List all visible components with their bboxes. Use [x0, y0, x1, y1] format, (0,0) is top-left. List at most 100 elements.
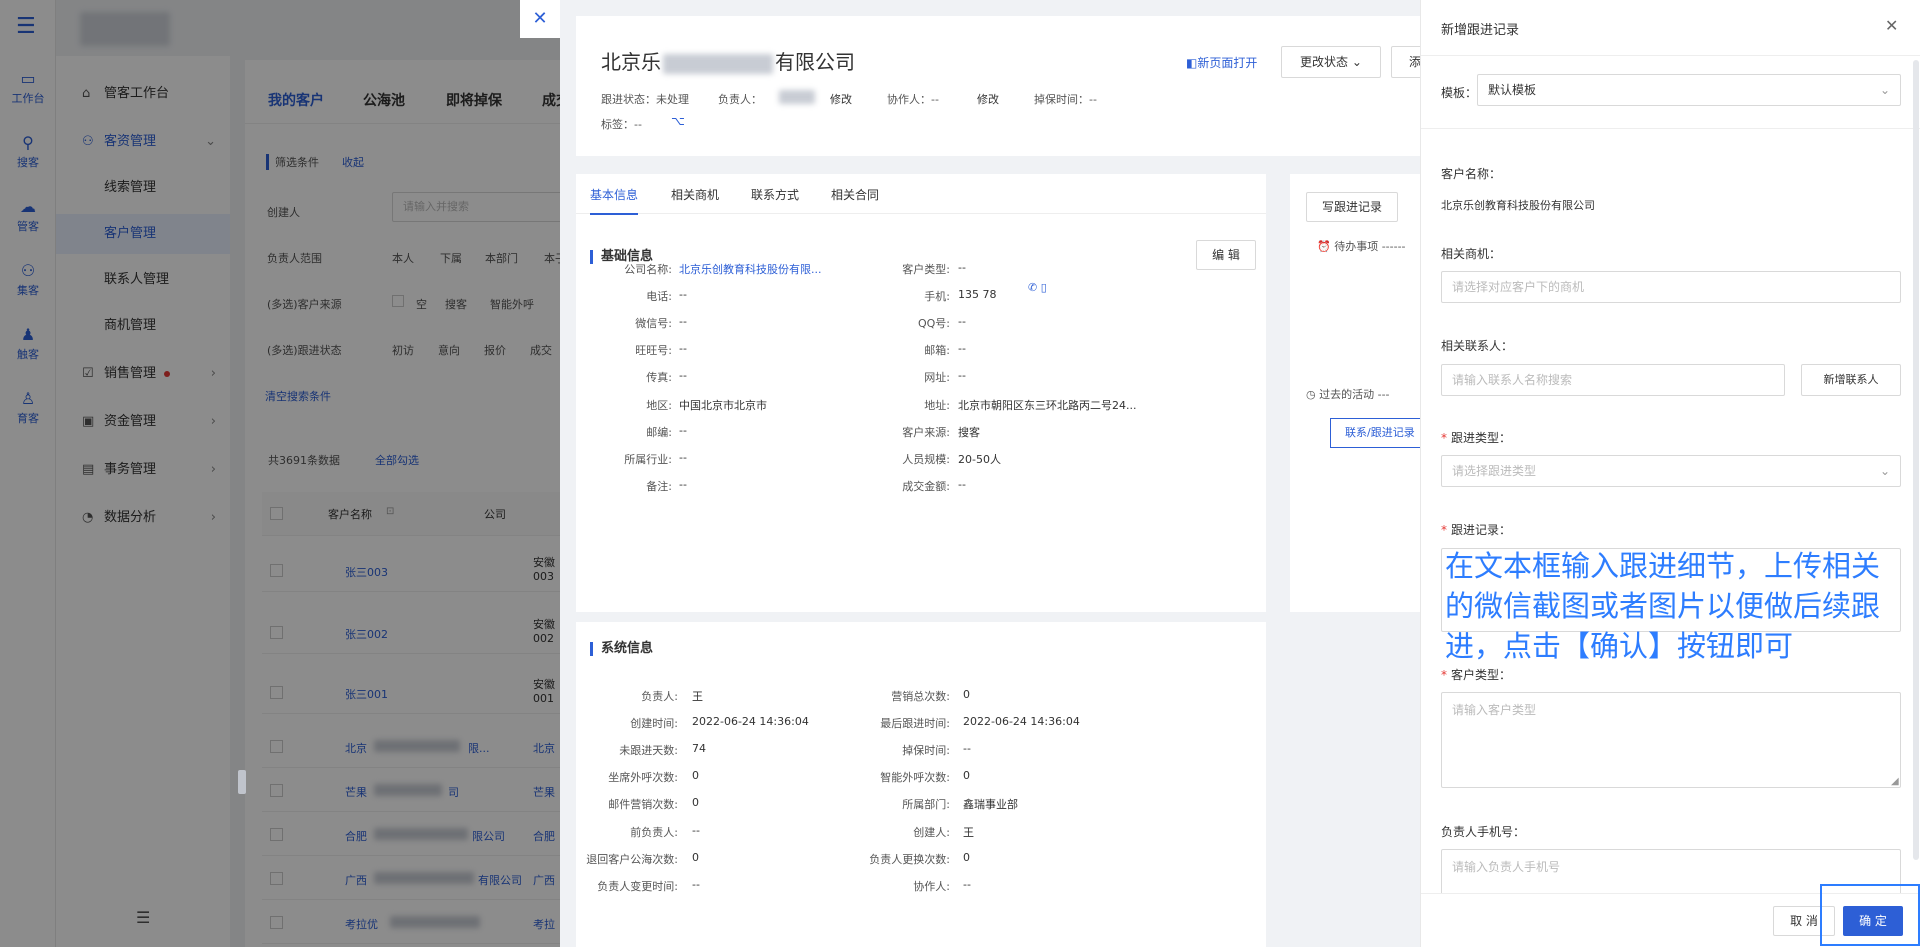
opportunity-label: 相关商机：: [1441, 247, 1502, 261]
chevron-down-icon: ⌄: [1879, 83, 1890, 97]
drawer-scrollbar[interactable]: [1913, 60, 1919, 860]
edit-button[interactable]: 编 辑: [1196, 240, 1256, 270]
tab-related-contracts[interactable]: 相关合同: [831, 186, 879, 203]
system-info-title: 系统信息: [590, 642, 653, 656]
basic-info-card: 基本信息 相关商机 联系方式 相关合同 基础信息 编 辑 公司名称: 北京乐创教育…: [576, 174, 1266, 612]
confirm-highlight-box: [1820, 884, 1920, 946]
follow-status: 跟进状态：未处理: [601, 93, 689, 106]
field-label: 所属部门:: [902, 798, 950, 812]
field-value: 0: [963, 769, 970, 783]
resize-handle[interactable]: [238, 770, 246, 794]
redacted-owner: [779, 90, 815, 104]
field-value[interactable]: 北京乐创教育科技股份有限...: [679, 261, 822, 277]
field-label: 公司名称:: [624, 263, 672, 276]
field-value: 2022-06-24 14:36:04: [692, 715, 809, 729]
field-value: --: [679, 369, 687, 383]
template-label: 模板：: [1441, 86, 1478, 100]
field-label: 创建人:: [913, 825, 950, 839]
follow-type-select[interactable]: 请选择跟进类型 ⌄: [1441, 455, 1901, 487]
field-label: 旺旺号:: [635, 344, 672, 358]
close-detail-icon[interactable]: ✕: [520, 0, 560, 38]
field-label: 负责人更换次数:: [869, 852, 950, 866]
activity-card: 写跟进记录 ⏰ 待办事项 ------ ◷ 过去的活动 --- 联系/跟进记录: [1290, 174, 1430, 612]
field-value: 2022-06-24 14:36:04: [963, 715, 1080, 729]
field-value: --: [692, 823, 700, 837]
phone-call-icon[interactable]: ✆ ▯: [1028, 281, 1047, 294]
template-select[interactable]: 默认模板 ⌄: [1477, 74, 1901, 106]
open-new-page-link[interactable]: ◧新页面打开: [1186, 54, 1257, 71]
owner-label: 负责人：: [718, 93, 762, 106]
field-label: 最后跟进时间:: [880, 717, 950, 731]
modify-collab-link[interactable]: 修改: [977, 91, 999, 107]
field-value: --: [958, 261, 966, 274]
field-label: 邮件营销次数:: [608, 798, 678, 812]
field-label: QQ号:: [917, 317, 950, 331]
clock-icon: ⏰: [1317, 240, 1335, 253]
field-value: 搜客: [958, 425, 980, 439]
resize-grip-icon[interactable]: ◢: [1891, 776, 1899, 787]
field-label: 退回客户公海次数:: [586, 852, 678, 866]
field-value: 0: [692, 850, 699, 864]
field-label: 智能外呼次数:: [880, 771, 950, 785]
tab-contacts[interactable]: 联系方式: [751, 186, 799, 203]
field-value: --: [958, 369, 966, 383]
field-label: 负责人变更时间:: [597, 879, 678, 893]
field-label: 协作人:: [913, 879, 950, 893]
field-label: 地址:: [924, 398, 950, 412]
field-value: --: [963, 742, 971, 756]
write-follow-button[interactable]: 写跟进记录: [1306, 192, 1398, 222]
field-value: --: [958, 477, 966, 491]
collaborator: 协作人：--: [887, 93, 939, 106]
field-value: 20-50人: [958, 452, 1001, 466]
field-value: --: [958, 315, 966, 329]
field-label: 所属行业:: [624, 452, 672, 466]
field-label: 电话:: [646, 290, 672, 304]
follow-type-label: * 跟进类型：: [1441, 431, 1512, 445]
owner-phone-label: 负责人手机号：: [1441, 825, 1526, 839]
opportunity-select[interactable]: 请选择对应客户下的商机: [1441, 271, 1901, 303]
contact-label: 相关联系人：: [1441, 339, 1514, 353]
field-value: --: [958, 342, 966, 356]
todo-section: ⏰ 待办事项 ------: [1317, 240, 1406, 253]
field-value: --: [679, 288, 687, 302]
field-label: 客户类型:: [902, 263, 950, 276]
field-value: 74: [692, 742, 706, 756]
new-contact-button[interactable]: 新增联系人: [1801, 364, 1901, 396]
field-label: 坐席外呼次数:: [608, 771, 678, 785]
field-value: 135 78: [958, 288, 997, 302]
field-label: 营销总次数:: [891, 690, 950, 703]
field-label: 成交金额:: [902, 479, 950, 493]
add-follow-drawer: 新增跟进记录 ✕ 模板： 默认模板 ⌄ 客户名称： 北京乐创教育科技股份有限公司 …: [1420, 0, 1920, 947]
tag-edit-icon[interactable]: ⌥: [671, 114, 685, 128]
field-value: --: [679, 342, 687, 356]
protect-time: 掉保时间：--: [1034, 93, 1097, 106]
field-value: 中国北京市北京市: [679, 398, 767, 412]
field-label: 前负责人:: [630, 825, 678, 839]
field-label: 负责人:: [641, 690, 678, 703]
modify-owner-link[interactable]: 修改: [830, 91, 852, 107]
tab-basic-info[interactable]: 基本信息: [590, 186, 639, 215]
field-value: 0: [963, 688, 970, 701]
chevron-down-icon: ⌄: [1879, 464, 1890, 478]
field-value: 0: [692, 796, 699, 810]
field-label: 网址:: [924, 371, 950, 385]
customer-type-textarea[interactable]: 请输入客户类型: [1441, 692, 1901, 788]
change-status-button[interactable]: 更改状态 ⌄: [1281, 46, 1381, 78]
customer-name-label: 客户名称：: [1441, 167, 1502, 181]
follow-record-label: * 跟进记录：: [1441, 523, 1512, 537]
field-value: 王: [692, 690, 703, 703]
field-label: 创建时间:: [630, 717, 678, 731]
field-value: --: [679, 450, 687, 464]
field-label: 传真:: [646, 371, 672, 385]
external-link-icon: ◧: [1186, 56, 1198, 70]
close-icon[interactable]: ✕: [1885, 16, 1898, 35]
field-value: 0: [692, 769, 699, 783]
field-value: 鑫瑞事业部: [963, 798, 1018, 812]
contact-search-input[interactable]: 请输入联系人名称搜索: [1441, 364, 1785, 396]
chevron-down-icon: ⌄: [1351, 55, 1362, 69]
field-label: 邮箱:: [924, 344, 950, 358]
contact-follow-tab[interactable]: 联系/跟进记录: [1330, 418, 1430, 448]
divider: [1421, 55, 1920, 56]
tab-related-opps[interactable]: 相关商机: [671, 186, 719, 203]
field-value: 北京市朝阳区东三环北路丙二号24...: [958, 398, 1137, 412]
